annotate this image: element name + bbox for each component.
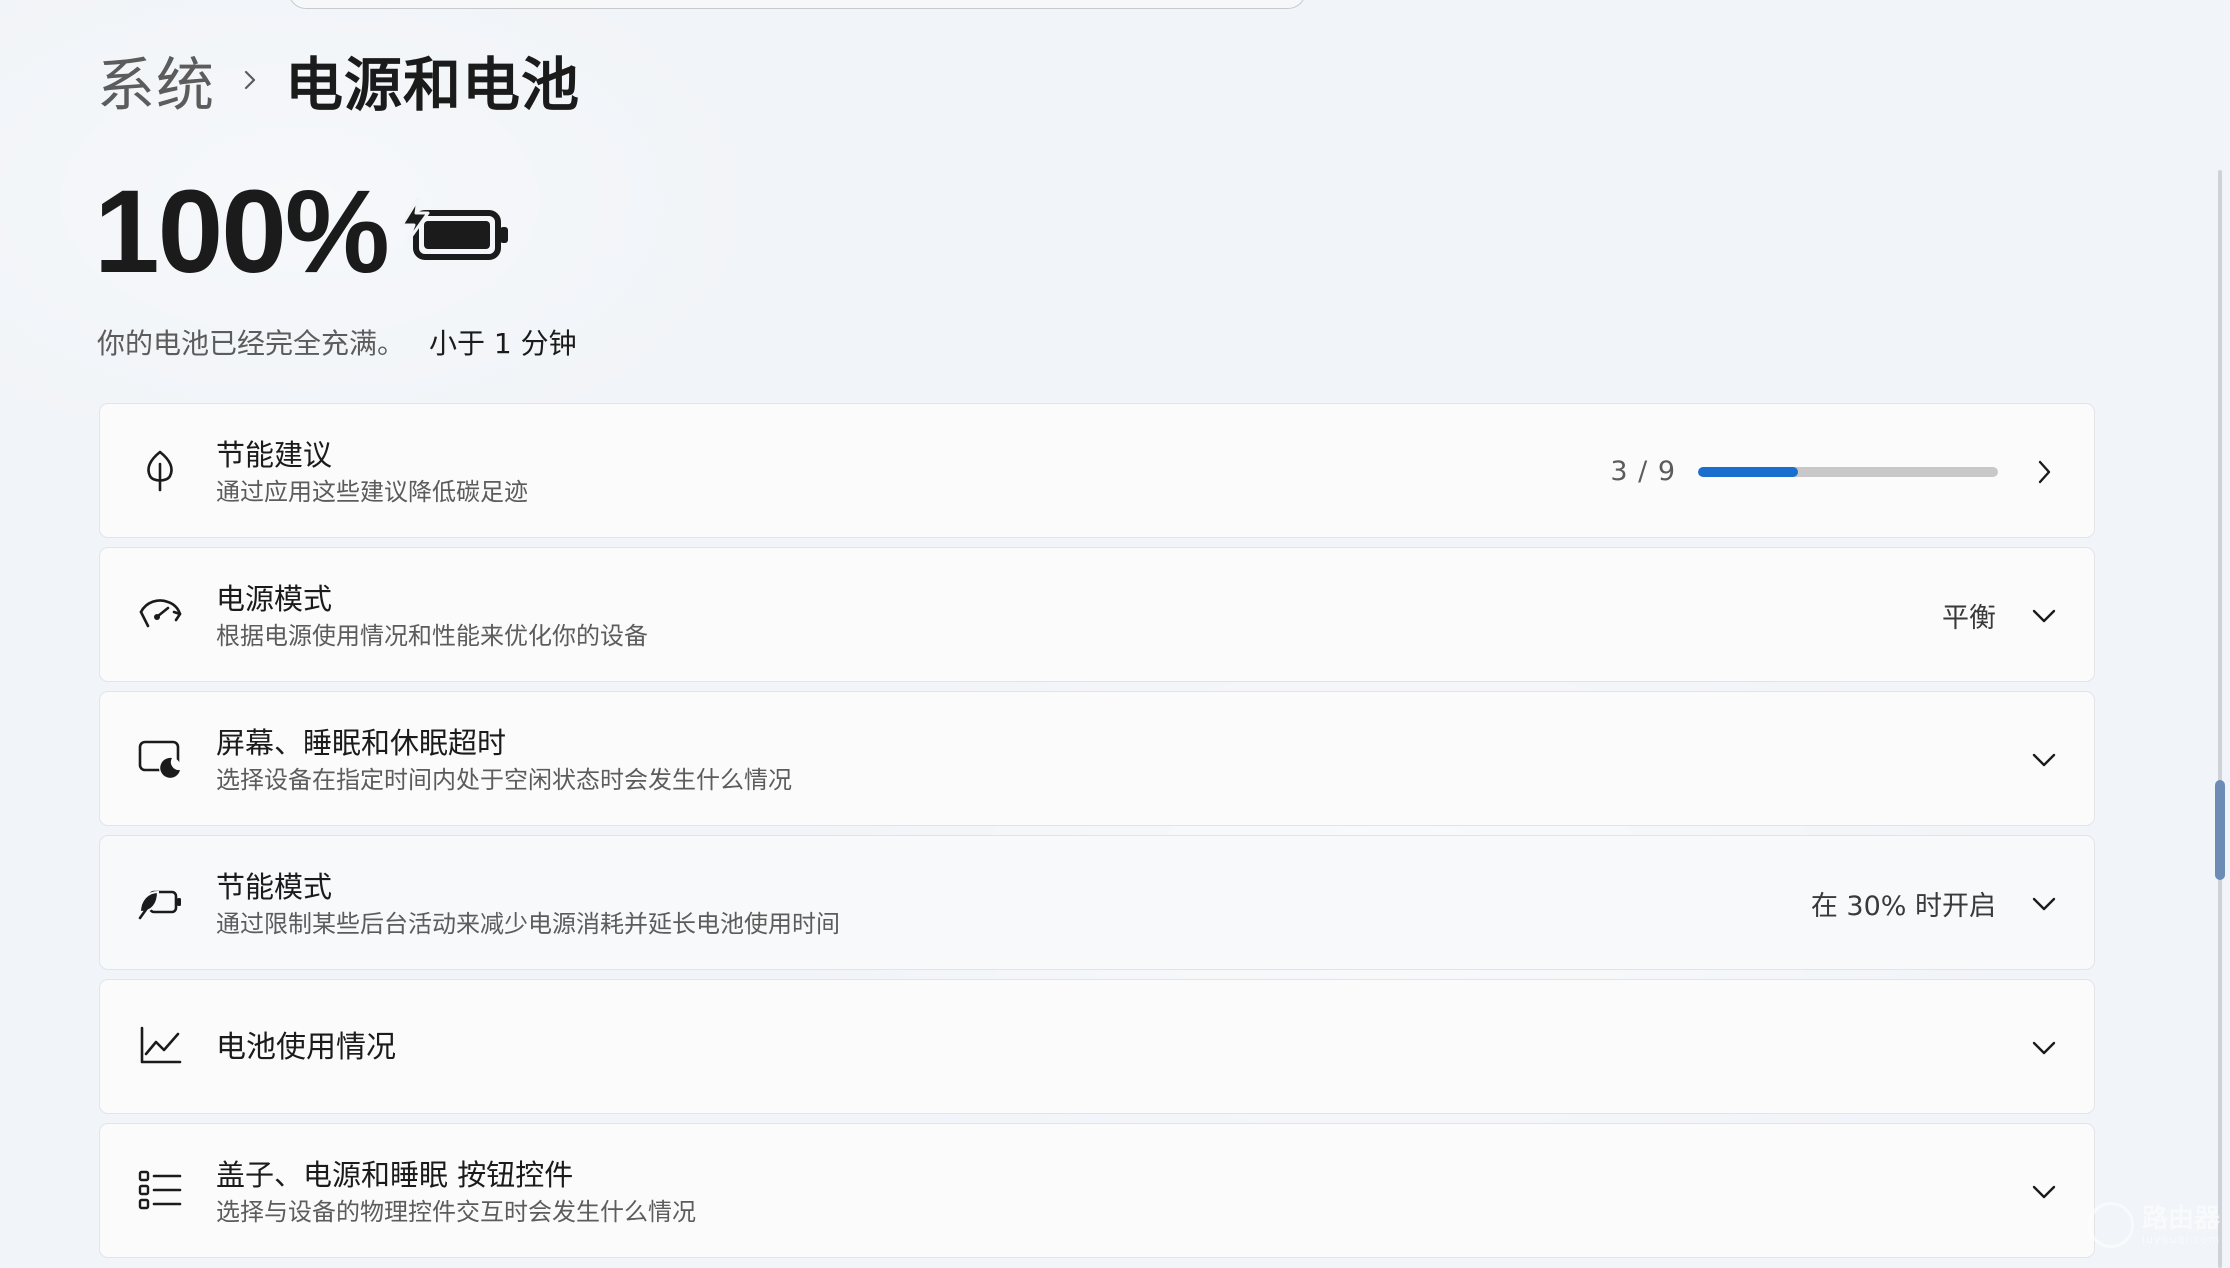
chevron-down-icon[interactable] <box>2030 1034 2058 1062</box>
card-title: 节能建议 <box>216 437 333 472</box>
progress-fill <box>1698 466 1798 477</box>
scrollbar-track[interactable] <box>2218 170 2222 1268</box>
list-controls-icon <box>136 1166 184 1214</box>
card-title: 屏幕、睡眠和休眠超时 <box>216 725 507 760</box>
battery-time-remaining: 小于 1 分钟 <box>429 327 577 360</box>
card-battery-usage[interactable]: 电池使用情况 <box>99 979 2095 1114</box>
card-title: 盖子、电源和睡眠 按钮控件 <box>216 1157 574 1192</box>
watermark-subtext: luyouqi.com <box>2142 1232 2221 1246</box>
battery-status-text: 你的电池已经完全充满。 <box>97 327 406 360</box>
card-title: 电池使用情况 <box>216 1029 396 1065</box>
scrollbar-thumb[interactable] <box>2215 780 2225 880</box>
chevron-down-icon[interactable] <box>2030 746 2058 774</box>
watermark-text: 路由器 <box>2142 1203 2221 1234</box>
card-battery-saver[interactable]: 节能模式 通过限制某些后台活动来减少电源消耗并延长电池使用时间 在 30% 时开… <box>99 835 2095 970</box>
chevron-down-icon[interactable] <box>2030 1178 2058 1206</box>
breadcrumb-separator-icon <box>215 60 285 100</box>
breadcrumb-parent[interactable]: 系统 <box>97 38 215 122</box>
chevron-down-icon[interactable] <box>2030 602 2058 630</box>
speedometer-icon <box>136 590 184 638</box>
chart-line-icon <box>136 1022 184 1070</box>
card-subtitle: 选择与设备的物理控件交互时会发生什么情况 <box>216 1197 696 1226</box>
battery-saver-value[interactable]: 在 30% 时开启 <box>1811 884 1996 923</box>
progress-bar <box>1698 466 1998 477</box>
battery-percent: 100% <box>94 166 390 298</box>
progress-count: 3 / 9 <box>1610 456 1676 487</box>
breadcrumb: 系统 电源和电池 <box>97 40 580 120</box>
chevron-down-icon[interactable] <box>2030 890 2058 918</box>
card-screen-sleep[interactable]: 屏幕、睡眠和休眠超时 选择设备在指定时间内处于空闲状态时会发生什么情况 <box>99 691 2095 826</box>
card-subtitle: 通过限制某些后台活动来减少电源消耗并延长电池使用时间 <box>216 909 840 938</box>
chevron-right-icon[interactable] <box>2030 458 2058 486</box>
watermark-logo: 路由器 luyouqi.com <box>2088 1202 2220 1248</box>
battery-saver-icon <box>136 878 184 926</box>
page-title: 电源和电池 <box>285 51 581 119</box>
card-title: 节能模式 <box>216 869 333 904</box>
leaf-icon <box>136 446 184 494</box>
card-power-mode[interactable]: 电源模式 根据电源使用情况和性能来优化你的设备 平衡 <box>99 547 2095 682</box>
card-subtitle: 通过应用这些建议降低碳足迹 <box>216 477 528 506</box>
battery-status: 你的电池已经完全充满。 小于 1 分钟 <box>97 322 577 362</box>
card-subtitle: 根据电源使用情况和性能来优化你的设备 <box>216 621 648 650</box>
battery-charging-icon <box>398 195 510 267</box>
watermark-circle-icon <box>2088 1202 2134 1248</box>
power-mode-value[interactable]: 平衡 <box>1942 596 1996 635</box>
card-subtitle: 选择设备在指定时间内处于空闲状态时会发生什么情况 <box>216 765 792 794</box>
card-energy-recommendations[interactable]: 节能建议 通过应用这些建议降低碳足迹 3 / 9 <box>99 403 2095 538</box>
search-box-edge[interactable] <box>288 0 1306 9</box>
card-title: 电源模式 <box>216 581 333 616</box>
card-lid-power-buttons[interactable]: 盖子、电源和睡眠 按钮控件 选择与设备的物理控件交互时会发生什么情况 <box>99 1123 2095 1258</box>
screen-sleep-icon <box>136 734 184 782</box>
